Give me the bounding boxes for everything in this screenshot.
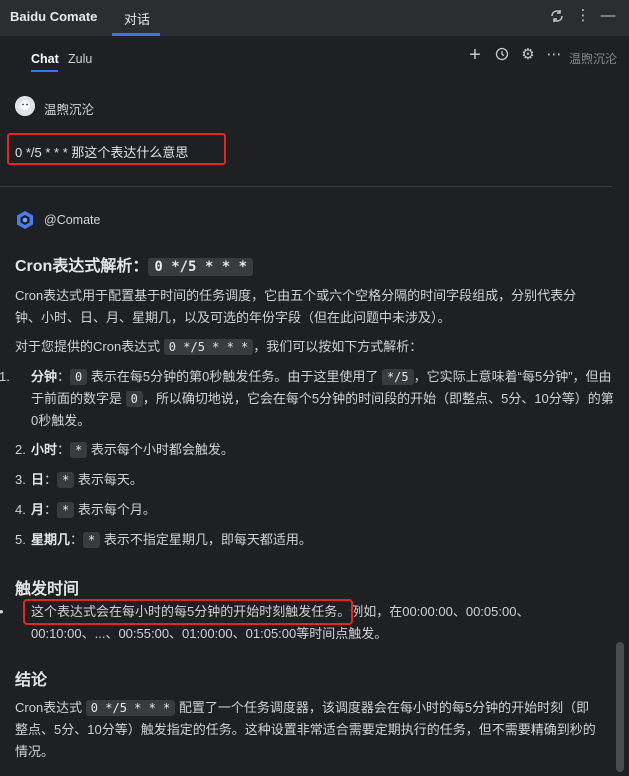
inline-code: * — [83, 532, 101, 548]
list-sep: ： — [44, 502, 58, 517]
list-number: 5. — [15, 532, 26, 547]
inline-code: 0 — [70, 369, 88, 385]
inline-code: 0 */5 * * * — [163, 339, 254, 355]
account-name[interactable]: 温煦沉沦 — [569, 50, 617, 67]
user-avatar — [15, 96, 35, 116]
title-bar: Baidu Comate 对话 ⋮ — — [0, 0, 629, 36]
list-item-weekday: 5. 星期几： * 表示不指定星期几，即每天都适用。 — [15, 529, 600, 551]
list-item-hour: 2. 小时： * 表示每个小时都会触发。 — [15, 439, 600, 461]
intro-paragraph: Cron表达式用于配置基于时间的任务调度，它由五个或六个空格分隔的时间字段组成，… — [15, 288, 577, 325]
list-text: 表示每个月。 — [74, 502, 156, 517]
heading-text: Cron表达式解析： — [15, 258, 149, 275]
app-title: Baidu Comate — [10, 9, 98, 24]
settings-icon[interactable]: ⚙ — [519, 46, 537, 64]
parse-intro-text: 对于您提供的Cron表达式 — [15, 339, 164, 354]
list-number: 4. — [15, 502, 26, 517]
list-number: 1. — [0, 369, 10, 384]
parse-intro: 对于您提供的Cron表达式 0 */5 * * * ，我们可以按如下方式解析： — [15, 336, 600, 358]
list-sep: ： — [44, 472, 58, 487]
more-horizontal-icon[interactable]: ⋯ — [545, 46, 563, 64]
answer-heading: Cron表达式解析： 0 */5 * * * — [15, 252, 254, 276]
comate-logo-icon — [15, 210, 35, 230]
plus-icon[interactable]: + — [466, 45, 484, 65]
trigger-heading: 触发时间 — [15, 581, 80, 598]
active-subtab-indicator — [31, 70, 58, 72]
heading-code: 0 */5 * * * — [148, 258, 254, 276]
tab-dialog[interactable]: 对话 — [124, 9, 150, 28]
list-item-day: 3. 日： * 表示每天。 — [15, 469, 600, 491]
inline-code: * — [57, 472, 75, 488]
conclusion-text: Cron表达式 — [15, 700, 86, 715]
highlight-box-question — [7, 133, 226, 165]
list-label: 星期几 — [31, 532, 71, 547]
inline-code: 0 — [125, 391, 143, 407]
bot-name: @Comate — [44, 213, 101, 227]
list-text: 表示不指定星期几，即每天都适用。 — [100, 532, 312, 547]
list-item-minute: 1. 分钟： 0 表示在每5分钟的第0秒触发任务。由于这里使用了 */5 ，它实际上意… — [0, 366, 616, 432]
list-number: 3. — [15, 472, 26, 487]
list-text: 表示每天。 — [74, 472, 143, 487]
refresh-icon[interactable] — [547, 7, 567, 29]
inline-code: * — [70, 442, 88, 458]
list-label: 分钟 — [31, 369, 58, 384]
list-sep: ： — [70, 532, 84, 547]
parse-intro-text-after: ，我们可以按如下方式解析： — [253, 339, 423, 354]
conclusion-heading: 结论 — [15, 672, 48, 689]
list-item-month: 4. 月： * 表示每个月。 — [15, 499, 600, 521]
tab-chat[interactable]: Chat — [31, 52, 59, 66]
list-label: 日 — [31, 472, 45, 487]
list-text: 表示在每5分钟的第0秒触发任务。由于这里使用了 — [87, 369, 382, 384]
user-name: 温煦沉沦 — [44, 103, 95, 117]
inline-code: * — [57, 502, 75, 518]
minimize-icon[interactable]: — — [598, 7, 618, 25]
divider — [0, 186, 612, 187]
scrollbar[interactable] — [616, 642, 624, 772]
more-vertical-icon[interactable]: ⋮ — [573, 7, 593, 25]
conclusion-paragraph: Cron表达式 0 */5 * * * 配置了一个任务调度器，该调度器会在每小时… — [15, 697, 600, 763]
history-icon[interactable] — [493, 46, 511, 64]
inline-code: 0 */5 * * * — [85, 700, 176, 716]
list-label: 小时 — [31, 442, 58, 457]
tab-zulu[interactable]: Zulu — [68, 52, 92, 66]
highlight-box-trigger — [23, 599, 353, 625]
list-sep: ： — [57, 442, 71, 457]
list-label: 月 — [31, 502, 45, 517]
inline-code: */5 — [381, 369, 414, 385]
list-sep: ： — [57, 369, 71, 384]
list-number: 2. — [15, 442, 26, 457]
list-text: 表示每个小时都会触发。 — [87, 442, 234, 457]
